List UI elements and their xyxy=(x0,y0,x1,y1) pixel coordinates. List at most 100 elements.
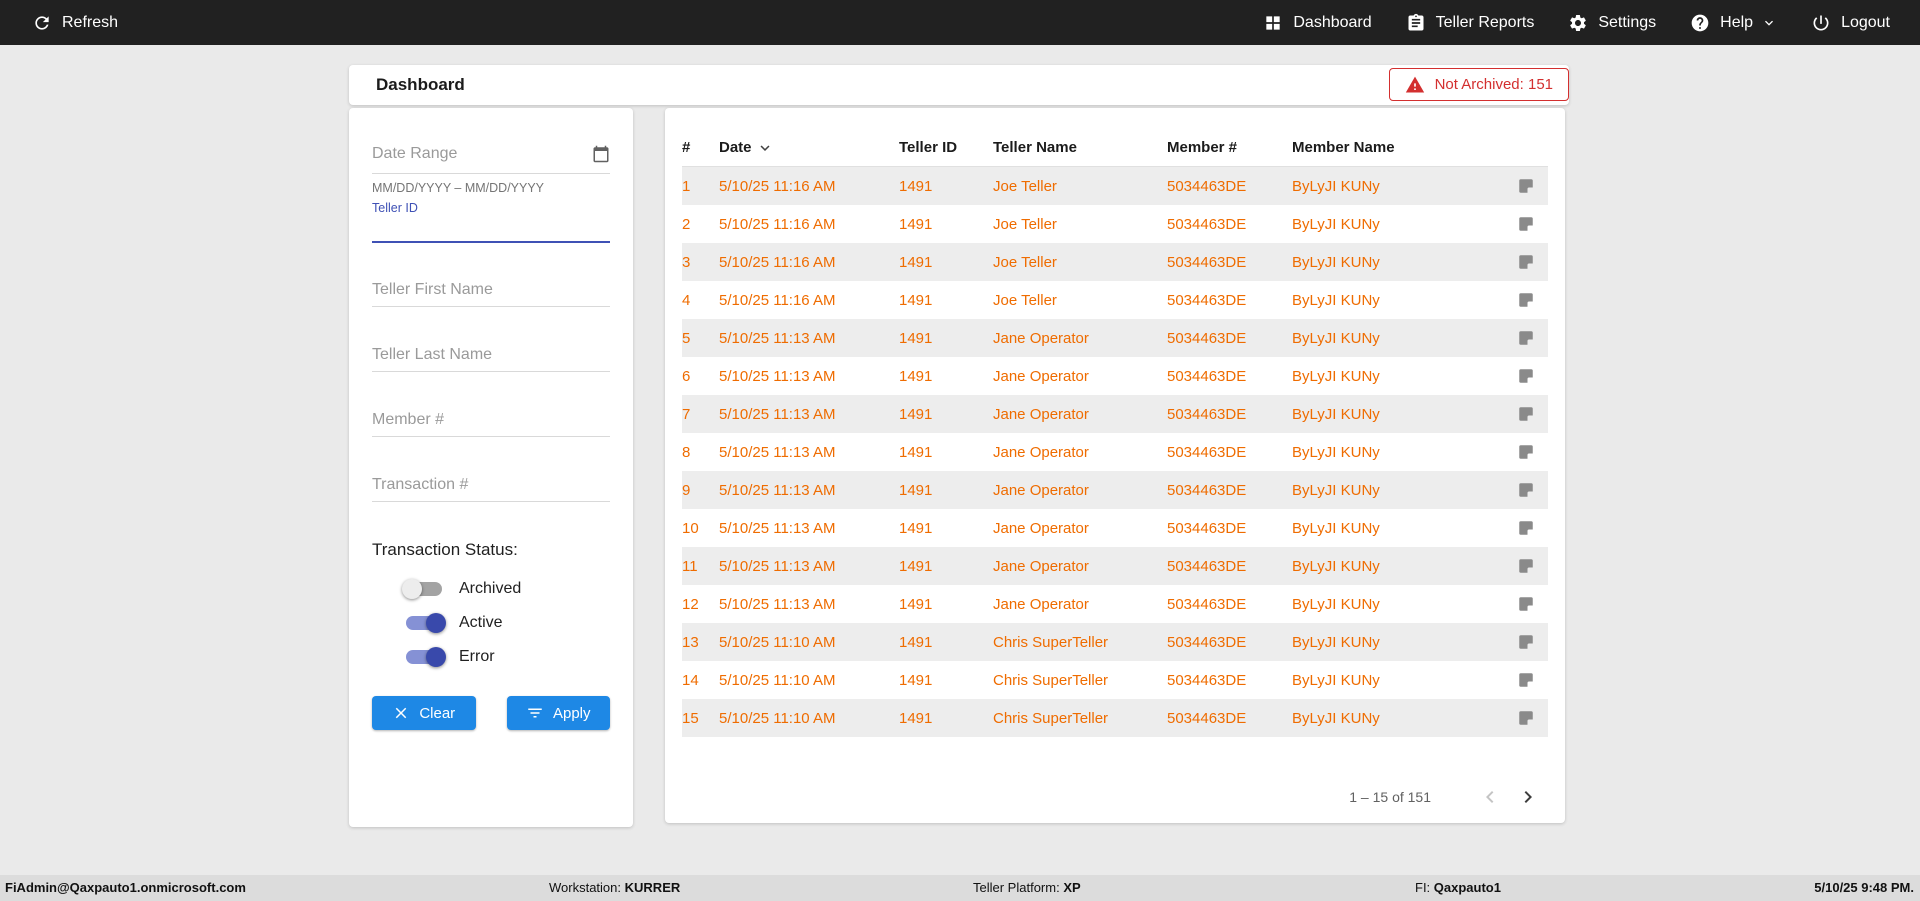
transaction-number-input[interactable] xyxy=(372,476,610,494)
cell-teller-name: Jane Operator xyxy=(993,443,1089,461)
cell-row-number: 9 xyxy=(682,481,691,499)
table-row[interactable]: 10 5/10/25 11:13 AM 1491 Jane Operator 5… xyxy=(682,509,1548,547)
cell-note xyxy=(1504,519,1548,537)
cell-row-number: 7 xyxy=(682,405,691,423)
note-icon[interactable] xyxy=(1517,633,1535,651)
table-row[interactable]: 4 5/10/25 11:16 AM 1491 Joe Teller 50344… xyxy=(682,281,1548,319)
cell-teller-name: Joe Teller xyxy=(993,253,1057,271)
cell-date: 5/10/25 11:13 AM xyxy=(719,481,836,499)
date-range-input[interactable] xyxy=(372,144,592,163)
power-icon xyxy=(1813,15,1829,30)
teller-last-name-input[interactable] xyxy=(372,346,610,364)
note-icon[interactable] xyxy=(1517,215,1535,233)
archived-toggle[interactable] xyxy=(402,577,446,601)
member-number-field xyxy=(372,403,610,437)
note-icon[interactable] xyxy=(1517,481,1535,499)
member-number-input[interactable] xyxy=(372,411,610,429)
cell-teller-name: Jane Operator xyxy=(993,367,1089,385)
table-row[interactable]: 7 5/10/25 11:13 AM 1491 Jane Operator 50… xyxy=(682,395,1548,433)
table-row[interactable]: 8 5/10/25 11:13 AM 1491 Jane Operator 50… xyxy=(682,433,1548,471)
note-icon[interactable] xyxy=(1517,595,1535,613)
cell-note xyxy=(1504,595,1548,613)
cell-teller-name: Chris SuperTeller xyxy=(993,671,1109,689)
clear-button[interactable]: Clear xyxy=(372,696,476,730)
next-page-button[interactable] xyxy=(1515,784,1541,810)
pagination-range-label: 1 – 15 of 151 xyxy=(1349,789,1431,805)
table-row[interactable]: 15 5/10/25 11:10 AM 1491 Chris SuperTell… xyxy=(682,699,1548,737)
cell-note xyxy=(1504,481,1548,499)
refresh-button[interactable]: Refresh xyxy=(32,13,118,33)
previous-page-button[interactable] xyxy=(1477,784,1503,810)
table-row[interactable]: 3 5/10/25 11:16 AM 1491 Joe Teller 50344… xyxy=(682,243,1548,281)
teller-id-input[interactable] xyxy=(372,215,610,243)
cell-teller-id: 1491 xyxy=(899,519,933,537)
note-icon[interactable] xyxy=(1517,177,1535,195)
cell-row-number: 8 xyxy=(682,443,691,461)
table-row[interactable]: 11 5/10/25 11:13 AM 1491 Jane Operator 5… xyxy=(682,547,1548,585)
calendar-icon[interactable] xyxy=(592,145,610,163)
cell-member-name: ByLyJI KUNy xyxy=(1292,215,1380,233)
table-row[interactable]: 13 5/10/25 11:10 AM 1491 Chris SuperTell… xyxy=(682,623,1548,661)
col-header-teller-name: Teller Name xyxy=(993,139,1077,156)
close-icon xyxy=(396,707,407,719)
fi-info: FI: Qaxpauto1 xyxy=(1415,875,1501,901)
table-row[interactable]: 9 5/10/25 11:13 AM 1491 Jane Operator 50… xyxy=(682,471,1548,509)
cell-note xyxy=(1504,215,1548,233)
cell-member-num: 5034463DE xyxy=(1167,595,1247,613)
refresh-label: Refresh xyxy=(62,13,119,31)
cell-member-name: ByLyJI KUNy xyxy=(1292,405,1380,423)
cell-row-number: 14 xyxy=(682,671,699,689)
content-area: Dashboard Not Archived: 151 MM/DD/YYYY –… xyxy=(0,45,1920,875)
col-header-date[interactable]: Date xyxy=(719,139,899,157)
note-icon[interactable] xyxy=(1517,253,1535,271)
date-range-field xyxy=(372,134,610,174)
apply-button[interactable]: Apply xyxy=(506,696,610,730)
cell-note xyxy=(1504,633,1548,651)
active-toggle-label: Active xyxy=(459,614,503,631)
fi-label: FI: xyxy=(1415,880,1431,895)
cell-teller-id: 1491 xyxy=(899,671,933,689)
note-icon[interactable] xyxy=(1517,329,1535,347)
table-row[interactable]: 12 5/10/25 11:13 AM 1491 Jane Operator 5… xyxy=(682,585,1548,623)
page-title: Dashboard xyxy=(376,75,465,94)
nav-teller-reports[interactable]: Teller Reports xyxy=(1406,13,1534,33)
cell-teller-name: Jane Operator xyxy=(993,481,1089,499)
note-icon[interactable] xyxy=(1517,519,1535,537)
note-icon[interactable] xyxy=(1517,367,1535,385)
cell-member-name: ByLyJI KUNy xyxy=(1292,177,1380,195)
cell-teller-name: Joe Teller xyxy=(993,215,1057,233)
table-row[interactable]: 1 5/10/25 11:16 AM 1491 Joe Teller 50344… xyxy=(682,167,1548,205)
col-header-teller-id: Teller ID xyxy=(899,139,958,156)
cell-teller-name: Jane Operator xyxy=(993,595,1089,613)
note-icon[interactable] xyxy=(1517,405,1535,423)
col-header-member-num: Member # xyxy=(1167,139,1238,156)
table-row[interactable]: 2 5/10/25 11:16 AM 1491 Joe Teller 50344… xyxy=(682,205,1548,243)
cell-member-num: 5034463DE xyxy=(1167,557,1247,575)
nav-help[interactable]: Help xyxy=(1690,13,1777,33)
cell-date: 5/10/25 11:10 AM xyxy=(719,709,836,727)
cell-teller-id: 1491 xyxy=(899,215,933,233)
active-toggle[interactable] xyxy=(402,611,446,635)
cell-row-number: 10 xyxy=(682,519,699,537)
nav-logout[interactable]: Logout xyxy=(1811,13,1890,33)
note-icon[interactable] xyxy=(1517,557,1535,575)
nav-settings[interactable]: Settings xyxy=(1568,13,1656,33)
cell-member-num: 5034463DE xyxy=(1167,291,1247,309)
teller-first-name-input[interactable] xyxy=(372,281,610,299)
not-archived-badge[interactable]: Not Archived: 151 xyxy=(1388,68,1569,101)
cell-row-number: 6 xyxy=(682,367,691,385)
error-toggle[interactable] xyxy=(402,645,446,669)
note-icon[interactable] xyxy=(1517,443,1535,461)
note-icon[interactable] xyxy=(1517,671,1535,689)
table-row[interactable]: 14 5/10/25 11:10 AM 1491 Chris SuperTell… xyxy=(682,661,1548,699)
cell-member-num: 5034463DE xyxy=(1167,709,1247,727)
table-row[interactable]: 5 5/10/25 11:13 AM 1491 Jane Operator 50… xyxy=(682,319,1548,357)
cell-member-num: 5034463DE xyxy=(1167,481,1247,499)
note-icon[interactable] xyxy=(1517,709,1535,727)
not-archived-label: Not Archived: 151 xyxy=(1434,76,1553,93)
cell-note xyxy=(1504,443,1548,461)
nav-dashboard[interactable]: Dashboard xyxy=(1263,13,1372,33)
table-row[interactable]: 6 5/10/25 11:13 AM 1491 Jane Operator 50… xyxy=(682,357,1548,395)
error-toggle-row: Error xyxy=(402,644,610,670)
note-icon[interactable] xyxy=(1517,291,1535,309)
